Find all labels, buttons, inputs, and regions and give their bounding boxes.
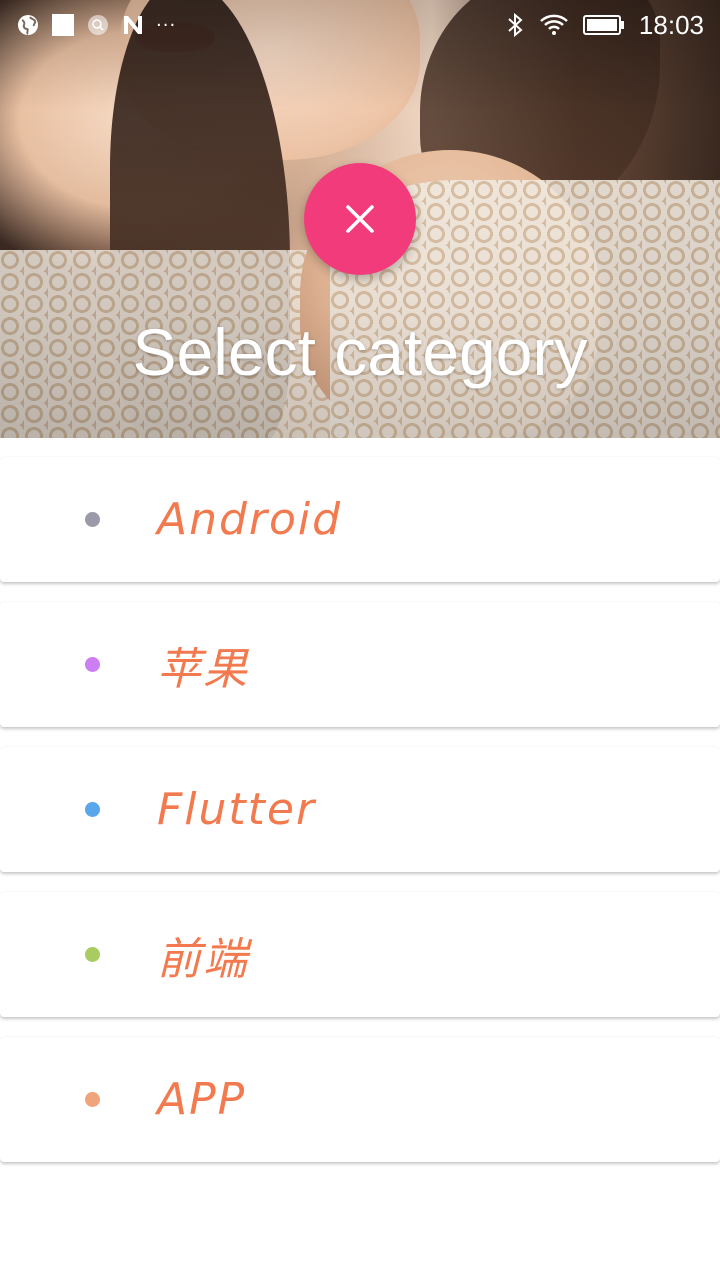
close-icon	[346, 205, 374, 233]
n-logo-icon	[122, 14, 144, 36]
category-dot	[85, 947, 100, 962]
category-item-apple[interactable]: 苹果	[0, 602, 720, 727]
category-label: 苹果	[157, 643, 249, 695]
status-bar: ··· 18:03	[0, 0, 720, 50]
category-label: Flutter	[157, 784, 317, 835]
category-item-app[interactable]: APP	[0, 1037, 720, 1162]
category-dot	[85, 657, 100, 672]
close-button[interactable]	[304, 163, 416, 275]
wifi-icon	[539, 13, 569, 37]
page-title: Select category	[132, 315, 588, 389]
bluetooth-icon	[505, 12, 525, 38]
category-item-android[interactable]: Android	[0, 457, 720, 582]
status-right-icons: 18:03	[505, 10, 704, 41]
category-item-frontend[interactable]: 前端	[0, 892, 720, 1017]
category-label: 前端	[157, 933, 249, 985]
status-time: 18:03	[638, 9, 704, 40]
category-list: Android 苹果 Flutter 前端 APP	[0, 457, 720, 1182]
category-item-flutter[interactable]: Flutter	[0, 747, 720, 872]
square-icon	[52, 14, 74, 36]
status-left-icons: ···	[16, 13, 176, 37]
battery-icon	[582, 14, 625, 36]
category-dot	[85, 1092, 100, 1107]
search-circle-icon	[86, 13, 110, 37]
category-label: APP	[157, 1074, 247, 1125]
globe-icon	[16, 13, 40, 37]
category-dot	[85, 512, 100, 527]
more-dots-icon: ···	[156, 14, 177, 36]
category-label: Android	[157, 494, 343, 545]
category-dot	[85, 802, 100, 817]
